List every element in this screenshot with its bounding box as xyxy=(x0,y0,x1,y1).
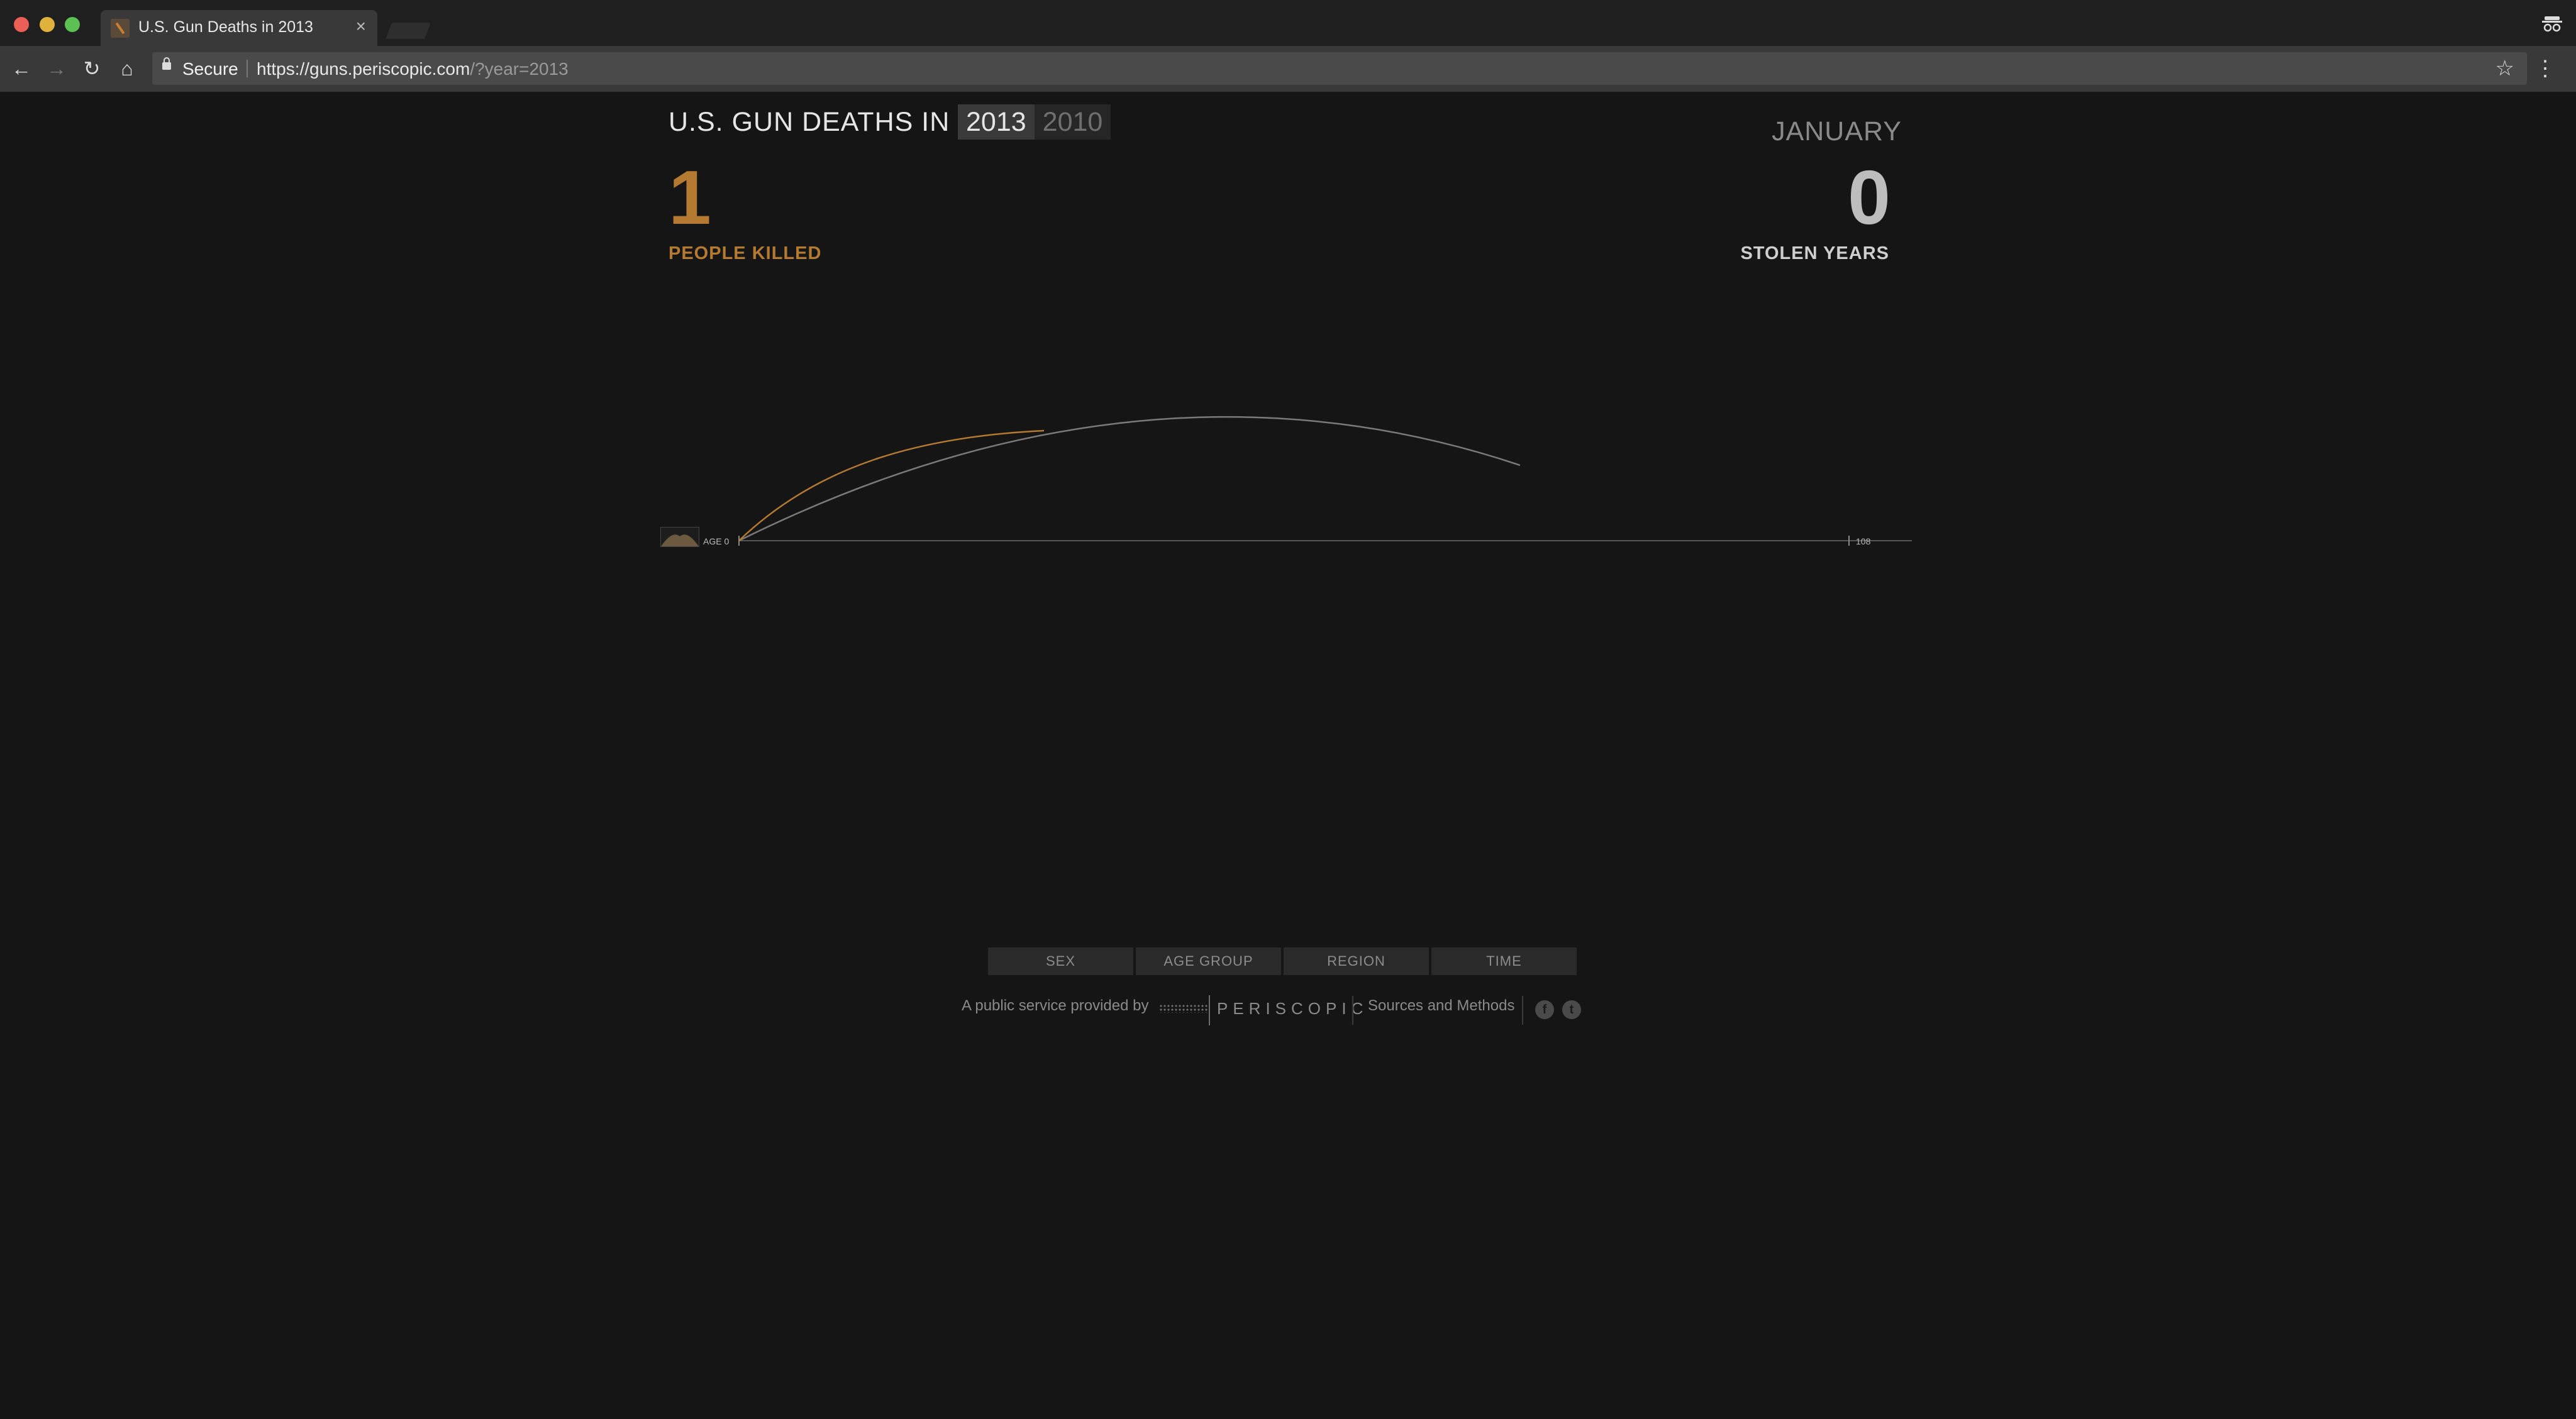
bookmark-star-icon[interactable]: ☆ xyxy=(2496,56,2514,81)
periscopic-logo-bar xyxy=(1209,995,1210,1025)
lived-life-arc xyxy=(738,429,1045,541)
back-icon[interactable]: ← xyxy=(10,57,33,80)
new-tab-button[interactable] xyxy=(386,23,431,39)
window-maximize-button[interactable] xyxy=(65,17,80,32)
filter-age-group-button[interactable]: AGE GROUP xyxy=(1136,947,1281,975)
browser-menu-icon[interactable]: ⋮ xyxy=(2534,57,2556,80)
people-killed-count: 1 xyxy=(669,155,711,240)
twitter-icon[interactable]: t xyxy=(1562,1000,1581,1019)
window-close-button[interactable] xyxy=(14,17,29,32)
footer-divider xyxy=(1522,996,1523,1025)
secure-label: Secure xyxy=(182,59,238,79)
provided-by-text: A public service provided by xyxy=(962,997,1149,1014)
filter-sex-button[interactable]: SEX xyxy=(988,947,1133,975)
age-max-label: 108 xyxy=(1856,536,1871,546)
browser-tab[interactable]: U.S. Gun Deaths in 2013 × xyxy=(101,10,377,46)
stolen-years-label: STOLEN YEARS xyxy=(1740,243,1889,263)
incognito-icon xyxy=(2542,16,2562,32)
filter-time-button[interactable]: TIME xyxy=(1431,947,1577,975)
address-bar[interactable]: Secure https://guns.periscopic.com/?year… xyxy=(152,52,2527,85)
thumbnail-icon xyxy=(661,534,699,546)
facebook-icon[interactable]: f xyxy=(1535,1000,1554,1019)
chart-thumbnail[interactable] xyxy=(660,527,699,547)
window-minimize-button[interactable] xyxy=(40,17,55,32)
url-main: https://guns.periscopic.com xyxy=(257,59,470,79)
periscopic-logo-link[interactable]: PERISCOPIC xyxy=(1217,999,1368,1019)
year-2013-button[interactable]: 2013 xyxy=(958,104,1035,140)
site-favicon-icon xyxy=(111,19,130,38)
home-icon[interactable]: ⌂ xyxy=(116,57,138,80)
omnibox-divider xyxy=(247,60,248,77)
sources-and-methods-link[interactable]: Sources and Methods xyxy=(1368,997,1514,1015)
filter-region-button[interactable]: REGION xyxy=(1284,947,1429,975)
people-killed-label: PEOPLE KILLED xyxy=(669,243,822,263)
browser-titlebar: U.S. Gun Deaths in 2013 × xyxy=(0,0,2576,46)
page-headline: U.S. GUN DEATHS IN xyxy=(669,107,950,137)
year-toggle: 2013 2010 xyxy=(958,104,1111,140)
url-query: /?year=2013 xyxy=(470,59,569,79)
tab-close-icon[interactable]: × xyxy=(356,16,366,36)
forward-icon[interactable]: → xyxy=(45,57,68,80)
year-2010-button[interactable]: 2010 xyxy=(1035,104,1111,140)
tab-title: U.S. Gun Deaths in 2013 xyxy=(138,18,313,36)
periscopic-logo-mark[interactable] xyxy=(1159,1004,1208,1013)
stolen-years-count: 0 xyxy=(1848,155,1890,240)
lock-icon xyxy=(162,57,171,70)
footer-divider xyxy=(1352,996,1353,1025)
life-arc-chart xyxy=(738,416,1912,546)
current-month: JANUARY xyxy=(1772,116,1902,146)
reload-icon[interactable]: ↻ xyxy=(80,57,103,80)
age-min-label: AGE 0 xyxy=(703,536,730,546)
projected-life-arc xyxy=(738,416,1521,542)
url-text[interactable]: https://guns.periscopic.com/?year=2013 xyxy=(257,59,569,79)
browser-toolbar: ← → ↻ ⌂ Secure https://guns.periscopic.c… xyxy=(0,46,2576,92)
filter-bar: SEX AGE GROUP REGION TIME xyxy=(988,947,1577,975)
